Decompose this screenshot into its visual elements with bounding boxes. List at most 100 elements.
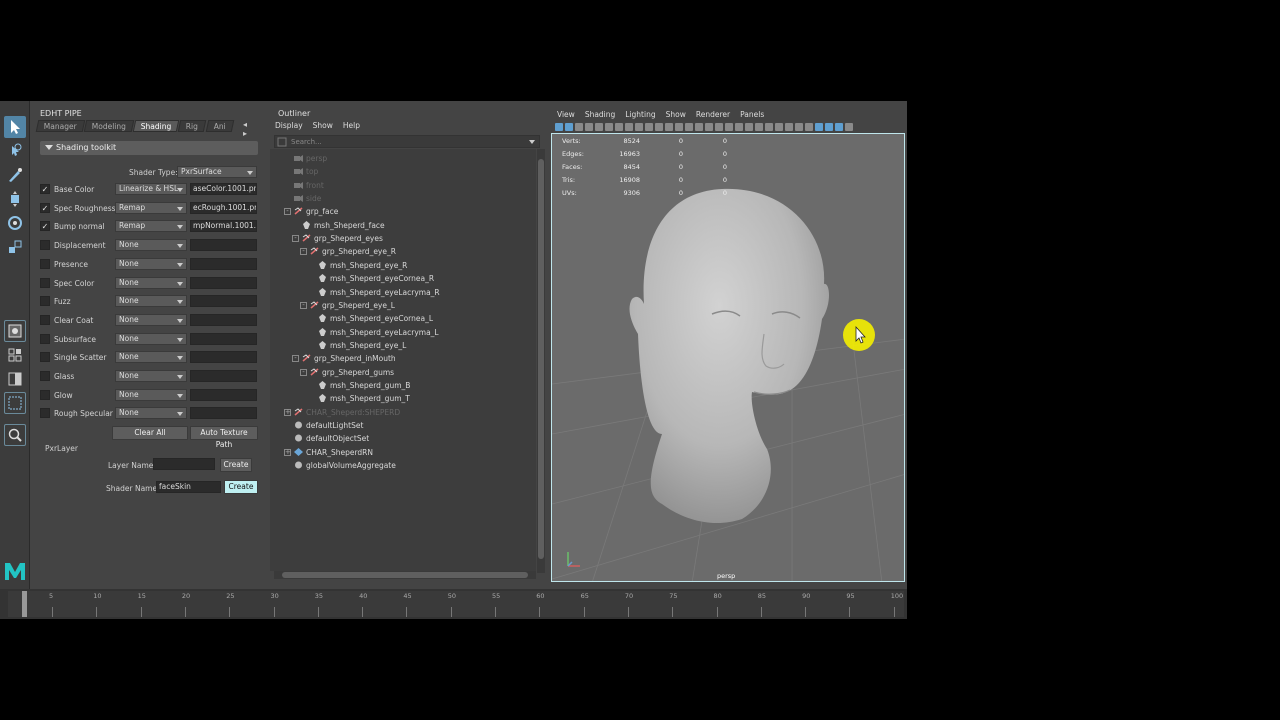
shader-type-dropdown[interactable]: PxrSurface — [177, 166, 257, 178]
menu-display[interactable]: Display — [275, 121, 303, 130]
spec-color-texture-field[interactable] — [190, 276, 257, 289]
expand-toggle-icon[interactable]: - — [300, 301, 307, 309]
outliner-item[interactable]: msh_Sheperd_face — [302, 219, 385, 232]
search-icon[interactable] — [4, 424, 26, 446]
tab-manager[interactable]: Manager — [35, 120, 86, 132]
outliner-item[interactable]: msh_Sheperd_eyeCornea_L — [318, 312, 433, 325]
outliner-item[interactable]: msh_Sheperd_eye_R — [318, 259, 407, 272]
shader-name-input[interactable]: faceSkin — [156, 481, 221, 493]
spec-roughness-mode-dropdown[interactable]: Remap — [115, 201, 187, 214]
clear-all-button[interactable]: Clear All — [112, 426, 188, 440]
expand-toggle-icon[interactable]: + — [284, 448, 291, 456]
clear-coat-checkbox[interactable] — [40, 314, 50, 325]
tab-ani[interactable]: Ani — [205, 120, 234, 132]
color-management-icon[interactable] — [845, 123, 853, 131]
motion-blur-icon[interactable] — [755, 123, 763, 131]
expand-toggle-icon[interactable]: + — [284, 408, 291, 416]
outliner-item[interactable]: msh_Sheperd_eyeLacryma_R — [318, 286, 440, 299]
gate-mask-icon[interactable] — [645, 123, 653, 131]
glass-mode-dropdown[interactable]: None — [115, 370, 187, 382]
outliner-item[interactable]: grp_face — [294, 205, 338, 218]
select-tool-icon[interactable] — [4, 116, 26, 138]
rough-specular-mode-dropdown[interactable]: None — [115, 407, 187, 420]
single-scatter-mode-dropdown[interactable]: None — [115, 351, 187, 364]
grid-icon[interactable] — [605, 123, 613, 131]
displacement-mode-dropdown[interactable]: None — [115, 239, 187, 252]
presence-mode-dropdown[interactable]: None — [115, 257, 187, 270]
grease-pencil-icon[interactable] — [595, 123, 603, 131]
expand-toggle-icon[interactable]: - — [300, 248, 307, 256]
outliner-item[interactable]: CHAR_SheperdRN — [294, 446, 373, 459]
layout-outliner-icon[interactable] — [4, 392, 26, 414]
outliner-item[interactable]: msh_Sheperd_eye_L — [318, 339, 406, 352]
menu-show[interactable]: Show — [313, 121, 333, 130]
expand-toggle-icon[interactable]: - — [292, 355, 299, 363]
xray-icon[interactable] — [795, 123, 803, 131]
wireframe-icon[interactable] — [685, 123, 693, 131]
vertical-scroll-thumb[interactable] — [538, 159, 544, 559]
spec-roughness-checkbox[interactable]: ✓ — [40, 202, 50, 213]
menu-help[interactable]: Help — [343, 121, 360, 130]
displacement-texture-field[interactable] — [190, 239, 257, 252]
rough-specular-checkbox[interactable] — [40, 408, 50, 419]
fuzz-mode-dropdown[interactable]: None — [115, 295, 187, 308]
outliner-item[interactable]: persp — [294, 152, 327, 165]
outliner-item[interactable]: globalVolumeAggregate — [294, 459, 396, 472]
wireframe-on-shaded-icon[interactable] — [705, 123, 713, 131]
anti-aliasing-icon[interactable] — [765, 123, 773, 131]
glass-checkbox[interactable] — [40, 371, 50, 381]
outliner-item[interactable]: CHAR_Sheperd:SHEPERD — [294, 406, 400, 419]
outliner-item[interactable]: grp_Sheperd_eyes — [302, 232, 383, 245]
camera-snapshot-icon[interactable] — [625, 123, 633, 131]
outliner-item[interactable]: defaultObjectSet — [294, 432, 369, 445]
chevron-down-icon[interactable] — [529, 140, 535, 144]
horizontal-scroll-thumb[interactable] — [282, 572, 528, 578]
xray-components-icon[interactable] — [815, 123, 823, 131]
ambient-occlusion-icon[interactable] — [745, 123, 753, 131]
lasso-tool-icon[interactable] — [4, 140, 26, 162]
glow-mode-dropdown[interactable]: None — [115, 388, 187, 401]
shader-create-button[interactable]: Create — [224, 480, 258, 494]
outliner-item[interactable]: msh_Sheperd_eyeCornea_R — [318, 272, 434, 285]
perspective-viewport[interactable]: Verts: 8524 0 0 Edges: 16963 0 0 Faces: 8454 0 0 Tri… — [551, 133, 905, 582]
outliner-item[interactable]: front — [294, 179, 324, 192]
outliner-item[interactable]: msh_Sheperd_gum_B — [318, 379, 410, 392]
bump-normal-checkbox[interactable]: ✓ — [40, 221, 50, 232]
clear-coat-mode-dropdown[interactable]: None — [115, 313, 187, 326]
menu-view[interactable]: View — [557, 110, 575, 119]
rotate-tool-icon[interactable] — [4, 212, 26, 234]
spec-roughness-texture-field[interactable]: ecRough.1001.png — [190, 201, 257, 214]
safe-action-icon[interactable] — [665, 123, 673, 131]
clear-coat-texture-field[interactable] — [190, 313, 257, 326]
menu-panels[interactable]: Panels — [740, 110, 764, 119]
glow-texture-field[interactable] — [190, 388, 257, 401]
textured-icon[interactable] — [715, 123, 723, 131]
presence-texture-field[interactable] — [190, 257, 257, 270]
bump-normal-mode-dropdown[interactable]: Remap — [115, 220, 187, 233]
bookmark-icon[interactable] — [575, 123, 583, 131]
use-all-lights-icon[interactable] — [725, 123, 733, 131]
layout-grid-icon[interactable] — [4, 344, 26, 366]
base-color-texture-field[interactable]: aseColor.1001.png — [190, 183, 257, 195]
tab-scroll-arrows[interactable]: ◂ ▸ — [243, 120, 265, 138]
single-scatter-checkbox[interactable] — [40, 352, 50, 363]
single-scatter-texture-field[interactable] — [190, 351, 257, 364]
paint-tool-icon[interactable] — [4, 164, 26, 186]
outliner-item[interactable]: msh_Sheperd_gum_T — [318, 392, 410, 405]
menu-shading[interactable]: Shading — [585, 110, 615, 119]
outliner-item[interactable]: msh_Sheperd_eyeLacryma_L — [318, 326, 439, 339]
outliner-item[interactable]: top — [294, 165, 318, 178]
outliner-item[interactable]: grp_Sheperd_gums — [310, 366, 394, 379]
outliner-item[interactable]: side — [294, 192, 321, 205]
playhead[interactable] — [22, 591, 27, 617]
smooth-shade-icon[interactable] — [695, 123, 703, 131]
expand-toggle-icon[interactable]: - — [292, 235, 299, 243]
shading-toolkit-header[interactable]: Shading toolkit — [40, 141, 258, 155]
presence-checkbox[interactable] — [40, 258, 50, 269]
move-tool-icon[interactable] — [4, 188, 26, 210]
expand-toggle-icon[interactable]: - — [284, 208, 291, 216]
fuzz-texture-field[interactable] — [190, 295, 257, 308]
resolution-gate-icon[interactable] — [635, 123, 643, 131]
menu-lighting[interactable]: Lighting — [625, 110, 655, 119]
rough-specular-texture-field[interactable] — [190, 407, 257, 420]
